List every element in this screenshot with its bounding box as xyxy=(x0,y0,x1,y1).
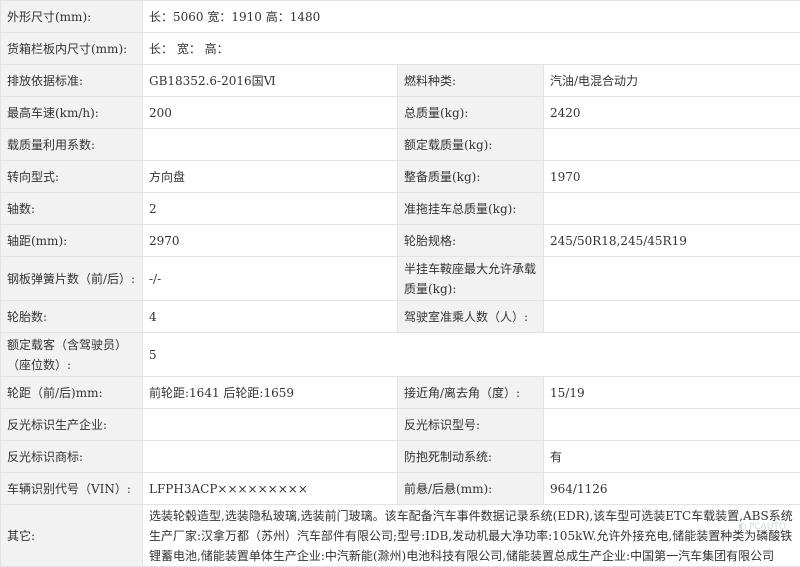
spec-row: 轮距（前/后)mm:前轮距:1641 后轮距:1659接近角/离去角（度）:15… xyxy=(1,377,800,409)
spec-value xyxy=(544,129,800,161)
spec-label: 额定载客（含驾驶员）（座位数）: xyxy=(1,333,143,377)
spec-label: 半挂车鞍座最大允许承载质量(kg): xyxy=(398,257,544,301)
spec-value: 964/1126 xyxy=(544,473,800,505)
spec-value: 2420 xyxy=(544,97,800,129)
spec-label: 轮胎规格: xyxy=(398,225,544,257)
spec-label: 轴数: xyxy=(1,193,143,225)
vehicle-spec-table: 外形尺寸(mm):长：5060 宽：1910 高：1480货箱栏板内尺寸(mm)… xyxy=(0,0,800,567)
spec-row: 反光标识商标: 防抱死制动系统:有 xyxy=(1,441,800,473)
spec-row: 轴距(mm):2970轮胎规格:245/50R18,245/45R19 xyxy=(1,225,800,257)
spec-value: 长：5060 宽：1910 高：1480 xyxy=(143,1,800,33)
spec-value: 长： 宽： 高： xyxy=(143,33,800,65)
spec-value xyxy=(544,193,800,225)
spec-value: 15/19 xyxy=(544,377,800,409)
spec-label: 燃料种类: xyxy=(398,65,544,97)
spec-row: 轮胎数:4驾驶室准乘人数（人）: xyxy=(1,301,800,333)
spec-label: 驾驶室准乘人数（人）: xyxy=(398,301,544,333)
spec-row: 排放依据标准:GB18352.6-2016国Ⅵ燃料种类:汽油/电混合动力 xyxy=(1,65,800,97)
spec-value: -/- xyxy=(143,257,398,301)
spec-value: 200 xyxy=(143,97,398,129)
spec-value xyxy=(143,129,398,161)
spec-label: 车辆识别代号（VIN）: xyxy=(1,473,143,505)
spec-value: 4 xyxy=(143,301,398,333)
spec-value: 1970 xyxy=(544,161,800,193)
spec-label: 最高车速(km/h): xyxy=(1,97,143,129)
spec-row: 载质量利用系数: 额定载质量(kg): xyxy=(1,129,800,161)
spec-label: 总质量(kg): xyxy=(398,97,544,129)
spec-value: 方向盘 xyxy=(143,161,398,193)
spec-label: 轮距（前/后)mm: xyxy=(1,377,143,409)
spec-label: 转向型式: xyxy=(1,161,143,193)
spec-label: 载质量利用系数: xyxy=(1,129,143,161)
spec-value: 5 xyxy=(143,333,800,377)
spec-row: 额定载客（含驾驶员）（座位数）:5 xyxy=(1,333,800,377)
spec-value: GB18352.6-2016国Ⅵ xyxy=(143,65,398,97)
spec-value: 有 xyxy=(544,441,800,473)
spec-label: 反光标识型号: xyxy=(398,409,544,441)
spec-row: 反光标识生产企业: 反光标识型号: xyxy=(1,409,800,441)
spec-label: 轮胎数: xyxy=(1,301,143,333)
spec-label: 防抱死制动系统: xyxy=(398,441,544,473)
spec-row: 钢板弹簧片数（前/后）:-/-半挂车鞍座最大允许承载质量(kg): xyxy=(1,257,800,301)
spec-label: 货箱栏板内尺寸(mm): xyxy=(1,33,143,65)
spec-value xyxy=(143,441,398,473)
spec-value xyxy=(544,301,800,333)
spec-label: 准拖挂车总质量(kg): xyxy=(398,193,544,225)
spec-row: 货箱栏板内尺寸(mm):长： 宽： 高： xyxy=(1,33,800,65)
spec-label: 轴距(mm): xyxy=(1,225,143,257)
spec-value: 前轮距:1641 后轮距:1659 xyxy=(143,377,398,409)
spec-label: 整备质量(kg): xyxy=(398,161,544,193)
spec-row: 车辆识别代号（VIN）:LFPH3ACP×××××××××前悬/后悬(mm):9… xyxy=(1,473,800,505)
spec-row: 最高车速(km/h):200总质量(kg):2420 xyxy=(1,97,800,129)
watermark-logo: ◐ PCAUTO xyxy=(738,522,786,532)
spec-value: 选装轮毂造型,选装隐私玻璃,选装前门玻璃。该车配备汽车事件数据记录系统(EDR)… xyxy=(143,505,800,567)
spec-row: 外形尺寸(mm):长：5060 宽：1910 高：1480 xyxy=(1,1,800,33)
spec-value: 汽油/电混合动力 xyxy=(544,65,800,97)
spec-row: 转向型式:方向盘整备质量(kg):1970 xyxy=(1,161,800,193)
spec-value: 2970 xyxy=(143,225,398,257)
spec-value xyxy=(143,409,398,441)
spec-value: 245/50R18,245/45R19 xyxy=(544,225,800,257)
spec-row: 轴数:2准拖挂车总质量(kg): xyxy=(1,193,800,225)
spec-value xyxy=(544,257,800,301)
spec-row: 其它:选装轮毂造型,选装隐私玻璃,选装前门玻璃。该车配备汽车事件数据记录系统(E… xyxy=(1,505,800,567)
spec-label: 排放依据标准: xyxy=(1,65,143,97)
spec-label: 前悬/后悬(mm): xyxy=(398,473,544,505)
spec-value: LFPH3ACP××××××××× xyxy=(143,473,398,505)
spec-label: 反光标识商标: xyxy=(1,441,143,473)
spec-label: 反光标识生产企业: xyxy=(1,409,143,441)
spec-label: 额定载质量(kg): xyxy=(398,129,544,161)
spec-label: 接近角/离去角（度）: xyxy=(398,377,544,409)
spec-value xyxy=(544,409,800,441)
spec-label: 外形尺寸(mm): xyxy=(1,1,143,33)
spec-value: 2 xyxy=(143,193,398,225)
spec-label: 钢板弹簧片数（前/后）: xyxy=(1,257,143,301)
spec-label: 其它: xyxy=(1,505,143,567)
